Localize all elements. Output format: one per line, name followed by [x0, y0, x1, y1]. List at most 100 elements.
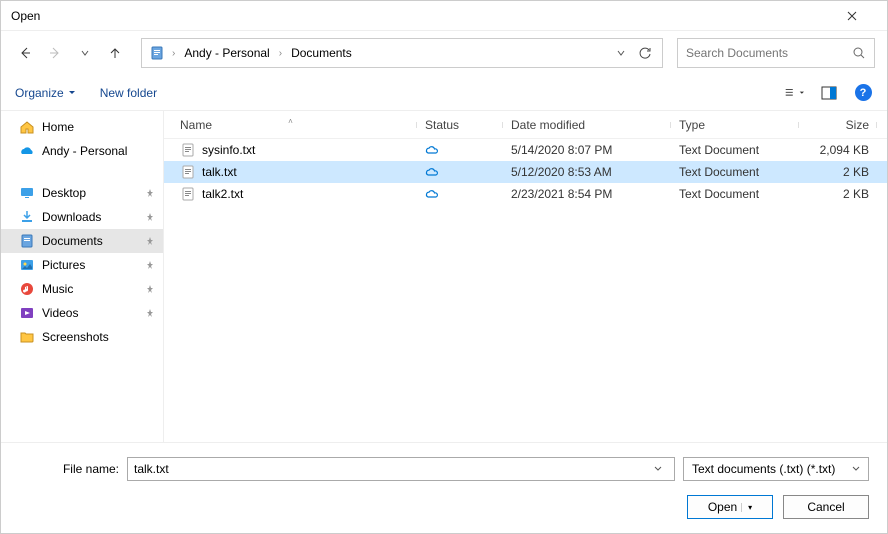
sidebar-item-label: Desktop — [42, 186, 138, 200]
column-status[interactable]: Status — [417, 118, 503, 132]
sidebar-item-label: Screenshots — [42, 330, 155, 344]
sidebar-item-label: Music — [42, 282, 138, 296]
file-name: sysinfo.txt — [202, 143, 255, 157]
chevron-down-icon: ▾ — [741, 503, 752, 512]
help-icon: ? — [855, 84, 872, 101]
cloud-icon — [425, 187, 439, 201]
file-type: Text Document — [671, 165, 799, 179]
column-name[interactable]: Name˄ — [164, 118, 417, 132]
breadcrumb[interactable]: › Andy - Personal › Documents — [141, 38, 663, 68]
column-headers: Name˄ Status Date modified Type Size — [164, 111, 887, 139]
column-size[interactable]: Size — [799, 118, 877, 132]
sidebar-item-documents[interactable]: Documents — [1, 229, 163, 253]
breadcrumb-part[interactable]: Andy - Personal — [181, 46, 272, 60]
file-list: Name˄ Status Date modified Type Size sys… — [164, 111, 887, 442]
up-button[interactable] — [103, 41, 127, 65]
close-button[interactable] — [847, 11, 877, 21]
forward-button[interactable] — [43, 41, 67, 65]
pin-icon — [145, 236, 155, 246]
music-icon — [19, 281, 35, 297]
nav-bar: › Andy - Personal › Documents — [1, 31, 887, 75]
text-file-icon — [180, 164, 196, 180]
column-date[interactable]: Date modified — [503, 118, 671, 132]
sidebar-item-desktop[interactable]: Desktop — [1, 181, 163, 205]
folder-icon — [19, 329, 35, 345]
file-date: 2/23/2021 8:54 PM — [503, 187, 671, 201]
sidebar: Home Andy - Personal Desktop Downloads Docum… — [1, 111, 164, 442]
file-date: 5/12/2020 8:53 AM — [503, 165, 671, 179]
file-rows: sysinfo.txt5/14/2020 8:07 PMText Documen… — [164, 139, 887, 442]
footer: File name: Text documents (.txt) (*.txt)… — [1, 442, 887, 533]
main-area: Home Andy - Personal Desktop Downloads Docum… — [1, 111, 887, 442]
sidebar-item-pictures[interactable]: Pictures — [1, 253, 163, 277]
sidebar-item-andy---personal[interactable]: Andy - Personal — [1, 139, 163, 163]
toolbar: Organize New folder ? — [1, 75, 887, 111]
breadcrumb-part[interactable]: Documents — [288, 46, 355, 60]
organize-menu[interactable]: Organize — [15, 86, 76, 100]
refresh-button[interactable] — [634, 46, 656, 60]
new-folder-button[interactable]: New folder — [100, 86, 157, 100]
file-row[interactable]: sysinfo.txt 5/14/2020 8:07 PMText Documen… — [164, 139, 887, 161]
titlebar: Open — [1, 1, 887, 31]
file-date: 5/14/2020 8:07 PM — [503, 143, 671, 157]
open-button[interactable]: Open ▾ — [687, 495, 773, 519]
sidebar-item-label: Documents — [42, 234, 138, 248]
file-size: 2 KB — [799, 187, 877, 201]
search-icon — [853, 47, 866, 60]
pin-icon — [145, 188, 155, 198]
breadcrumb-dropdown[interactable] — [610, 48, 632, 58]
file-type: Text Document — [671, 143, 799, 157]
sort-asc-icon: ˄ — [288, 117, 293, 126]
pin-icon — [145, 308, 155, 318]
pin-icon — [145, 284, 155, 294]
filetype-filter[interactable]: Text documents (.txt) (*.txt) — [683, 457, 869, 481]
column-type[interactable]: Type — [671, 118, 799, 132]
text-file-icon — [180, 142, 196, 158]
file-name: talk.txt — [202, 165, 237, 179]
file-row[interactable]: talk.txt 5/12/2020 8:53 AMText Document2 … — [164, 161, 887, 183]
recent-dropdown[interactable] — [73, 41, 97, 65]
pin-icon — [145, 212, 155, 222]
documents-icon — [148, 44, 166, 62]
chevron-down-icon[interactable] — [654, 465, 668, 473]
sidebar-item-screenshots[interactable]: Screenshots — [1, 325, 163, 349]
pictures-icon — [19, 257, 35, 273]
onedrive-icon — [19, 143, 35, 159]
desktop-icon — [19, 185, 35, 201]
sidebar-item-label: Home — [42, 120, 155, 134]
cloud-icon — [425, 143, 439, 157]
sidebar-item-label: Andy - Personal — [42, 144, 155, 158]
filename-input[interactable] — [134, 462, 654, 476]
filename-combo[interactable] — [127, 457, 675, 481]
sidebar-item-label: Downloads — [42, 210, 138, 224]
sidebar-item-downloads[interactable]: Downloads — [1, 205, 163, 229]
file-size: 2 KB — [799, 165, 877, 179]
sidebar-item-home[interactable]: Home — [1, 115, 163, 139]
text-file-icon — [180, 186, 196, 202]
cancel-button[interactable]: Cancel — [783, 495, 869, 519]
chevron-down-icon — [68, 89, 76, 97]
view-menu[interactable] — [785, 83, 805, 103]
search-input[interactable] — [686, 46, 853, 60]
cloud-icon — [425, 165, 439, 179]
sidebar-item-videos[interactable]: Videos — [1, 301, 163, 325]
sidebar-item-label: Pictures — [42, 258, 138, 272]
file-type: Text Document — [671, 187, 799, 201]
help-button[interactable]: ? — [853, 83, 873, 103]
chevron-right-icon: › — [275, 48, 286, 59]
pin-icon — [145, 260, 155, 270]
chevron-right-icon: › — [168, 48, 179, 59]
downloads-icon — [19, 209, 35, 225]
back-button[interactable] — [13, 41, 37, 65]
sidebar-item-music[interactable]: Music — [1, 277, 163, 301]
videos-icon — [19, 305, 35, 321]
sidebar-item-label: Videos — [42, 306, 138, 320]
file-row[interactable]: talk2.txt 2/23/2021 8:54 PMText Document2… — [164, 183, 887, 205]
filename-label: File name: — [19, 462, 119, 476]
preview-pane-button[interactable] — [819, 83, 839, 103]
home-icon — [19, 119, 35, 135]
window-title: Open — [11, 9, 847, 23]
file-name: talk2.txt — [202, 187, 243, 201]
search-box[interactable] — [677, 38, 875, 68]
file-size: 2,094 KB — [799, 143, 877, 157]
